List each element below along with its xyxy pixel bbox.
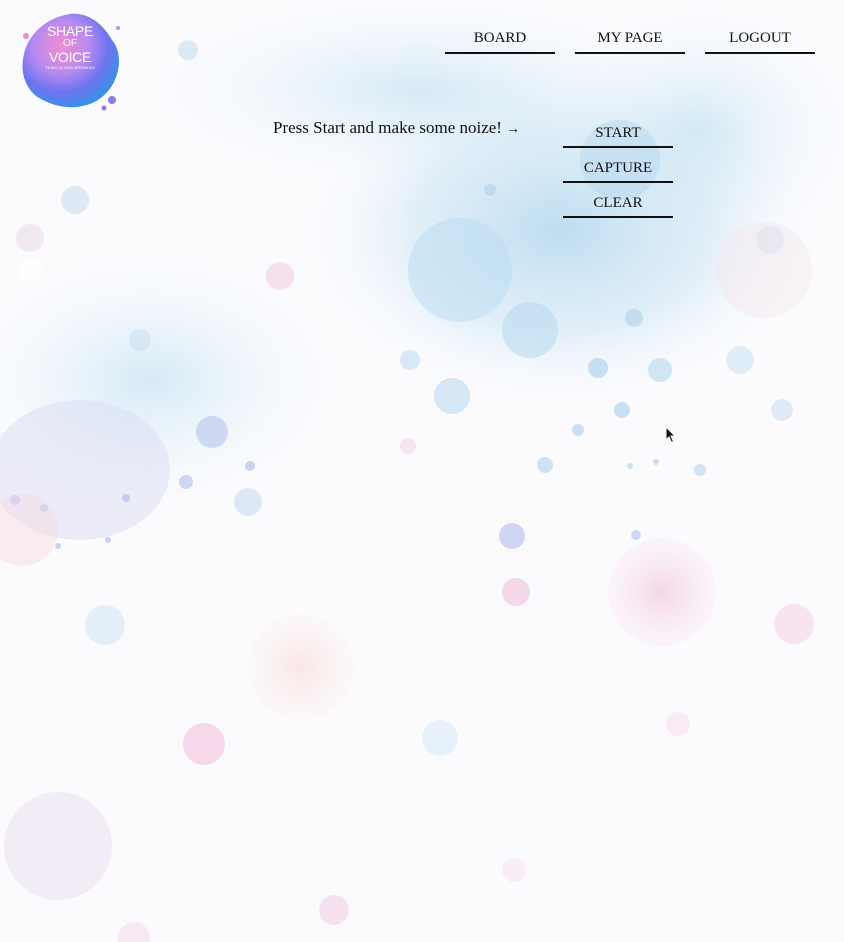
nav-mypage-link[interactable]: MY PAGE xyxy=(575,28,685,54)
arrow-right-icon: → xyxy=(505,122,520,137)
nav-board-link[interactable]: BOARD xyxy=(445,28,555,54)
page: SHAPE OF VOICE TEAM CLOUD BREWING BOARD … xyxy=(0,0,844,942)
start-prompt-text: Press Start and make some noize! xyxy=(273,118,502,137)
nav-logout-link[interactable]: LOGOUT xyxy=(705,28,815,54)
logo[interactable]: SHAPE OF VOICE TEAM CLOUD BREWING xyxy=(20,24,120,70)
start-button[interactable]: START xyxy=(563,120,673,148)
logo-tagline: TEAM CLOUD BREWING xyxy=(44,65,96,70)
clear-button[interactable]: CLEAR xyxy=(563,190,673,218)
watercolor-background xyxy=(0,0,844,942)
start-prompt: Press Start and make some noize! → xyxy=(273,118,520,138)
logo-line-of: OF xyxy=(63,38,77,49)
capture-button[interactable]: CAPTURE xyxy=(563,155,673,183)
mouse-pointer-icon xyxy=(665,426,677,444)
logo-line-voice: VOICE xyxy=(48,49,92,65)
logo-line-shape: SHAPE xyxy=(47,23,93,39)
